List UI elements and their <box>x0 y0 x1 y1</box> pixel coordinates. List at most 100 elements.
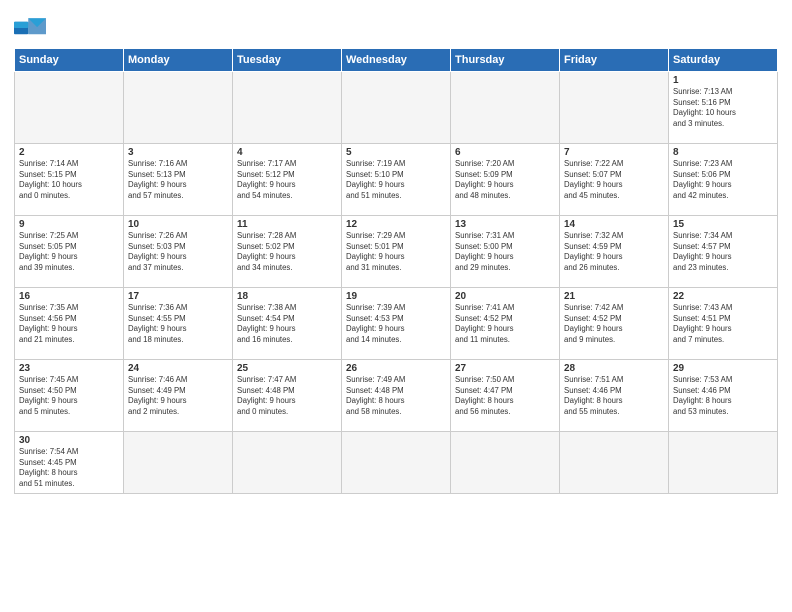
calendar-week-row: 23Sunrise: 7:45 AM Sunset: 4:50 PM Dayli… <box>15 360 778 432</box>
calendar-cell: 23Sunrise: 7:45 AM Sunset: 4:50 PM Dayli… <box>15 360 124 432</box>
day-number: 11 <box>237 219 337 230</box>
day-info: Sunrise: 7:42 AM Sunset: 4:52 PM Dayligh… <box>564 303 664 345</box>
calendar-table: SundayMondayTuesdayWednesdayThursdayFrid… <box>14 48 778 494</box>
day-info: Sunrise: 7:16 AM Sunset: 5:13 PM Dayligh… <box>128 159 228 201</box>
day-number: 4 <box>237 147 337 158</box>
calendar-week-row: 9Sunrise: 7:25 AM Sunset: 5:05 PM Daylig… <box>15 216 778 288</box>
calendar-week-row: 2Sunrise: 7:14 AM Sunset: 5:15 PM Daylig… <box>15 144 778 216</box>
day-info: Sunrise: 7:20 AM Sunset: 5:09 PM Dayligh… <box>455 159 555 201</box>
day-number: 20 <box>455 291 555 302</box>
day-info: Sunrise: 7:13 AM Sunset: 5:16 PM Dayligh… <box>673 87 773 129</box>
calendar-cell: 17Sunrise: 7:36 AM Sunset: 4:55 PM Dayli… <box>124 288 233 360</box>
day-number: 9 <box>19 219 119 230</box>
day-info: Sunrise: 7:17 AM Sunset: 5:12 PM Dayligh… <box>237 159 337 201</box>
calendar-cell <box>342 432 451 494</box>
day-info: Sunrise: 7:51 AM Sunset: 4:46 PM Dayligh… <box>564 375 664 417</box>
day-info: Sunrise: 7:41 AM Sunset: 4:52 PM Dayligh… <box>455 303 555 345</box>
calendar-cell: 5Sunrise: 7:19 AM Sunset: 5:10 PM Daylig… <box>342 144 451 216</box>
calendar-cell: 13Sunrise: 7:31 AM Sunset: 5:00 PM Dayli… <box>451 216 560 288</box>
day-info: Sunrise: 7:46 AM Sunset: 4:49 PM Dayligh… <box>128 375 228 417</box>
day-number: 14 <box>564 219 664 230</box>
day-info: Sunrise: 7:38 AM Sunset: 4:54 PM Dayligh… <box>237 303 337 345</box>
day-info: Sunrise: 7:14 AM Sunset: 5:15 PM Dayligh… <box>19 159 119 201</box>
header <box>14 10 778 42</box>
header-day-saturday: Saturday <box>669 49 778 72</box>
calendar-cell: 6Sunrise: 7:20 AM Sunset: 5:09 PM Daylig… <box>451 144 560 216</box>
day-number: 24 <box>128 363 228 374</box>
day-number: 7 <box>564 147 664 158</box>
generalblue-logo-icon <box>14 14 46 42</box>
calendar-cell: 9Sunrise: 7:25 AM Sunset: 5:05 PM Daylig… <box>15 216 124 288</box>
day-info: Sunrise: 7:31 AM Sunset: 5:00 PM Dayligh… <box>455 231 555 273</box>
day-number: 12 <box>346 219 446 230</box>
day-number: 29 <box>673 363 773 374</box>
calendar-cell: 25Sunrise: 7:47 AM Sunset: 4:48 PM Dayli… <box>233 360 342 432</box>
calendar-cell: 29Sunrise: 7:53 AM Sunset: 4:46 PM Dayli… <box>669 360 778 432</box>
day-number: 10 <box>128 219 228 230</box>
calendar-cell <box>451 432 560 494</box>
day-number: 5 <box>346 147 446 158</box>
header-day-friday: Friday <box>560 49 669 72</box>
day-number: 27 <box>455 363 555 374</box>
calendar-header-row: SundayMondayTuesdayWednesdayThursdayFrid… <box>15 49 778 72</box>
calendar-week-row: 30Sunrise: 7:54 AM Sunset: 4:45 PM Dayli… <box>15 432 778 494</box>
calendar-cell <box>669 432 778 494</box>
calendar-cell: 24Sunrise: 7:46 AM Sunset: 4:49 PM Dayli… <box>124 360 233 432</box>
header-day-thursday: Thursday <box>451 49 560 72</box>
calendar-cell: 14Sunrise: 7:32 AM Sunset: 4:59 PM Dayli… <box>560 216 669 288</box>
day-info: Sunrise: 7:47 AM Sunset: 4:48 PM Dayligh… <box>237 375 337 417</box>
day-number: 30 <box>19 435 119 446</box>
day-number: 22 <box>673 291 773 302</box>
calendar-cell: 10Sunrise: 7:26 AM Sunset: 5:03 PM Dayli… <box>124 216 233 288</box>
calendar-cell <box>233 432 342 494</box>
day-number: 15 <box>673 219 773 230</box>
day-number: 25 <box>237 363 337 374</box>
day-info: Sunrise: 7:28 AM Sunset: 5:02 PM Dayligh… <box>237 231 337 273</box>
day-info: Sunrise: 7:19 AM Sunset: 5:10 PM Dayligh… <box>346 159 446 201</box>
day-number: 16 <box>19 291 119 302</box>
calendar-cell: 28Sunrise: 7:51 AM Sunset: 4:46 PM Dayli… <box>560 360 669 432</box>
header-day-sunday: Sunday <box>15 49 124 72</box>
day-number: 17 <box>128 291 228 302</box>
header-day-wednesday: Wednesday <box>342 49 451 72</box>
calendar-cell <box>560 72 669 144</box>
calendar-week-row: 1Sunrise: 7:13 AM Sunset: 5:16 PM Daylig… <box>15 72 778 144</box>
day-number: 6 <box>455 147 555 158</box>
day-info: Sunrise: 7:22 AM Sunset: 5:07 PM Dayligh… <box>564 159 664 201</box>
day-info: Sunrise: 7:45 AM Sunset: 4:50 PM Dayligh… <box>19 375 119 417</box>
calendar-cell: 22Sunrise: 7:43 AM Sunset: 4:51 PM Dayli… <box>669 288 778 360</box>
calendar-cell <box>233 72 342 144</box>
calendar-cell: 8Sunrise: 7:23 AM Sunset: 5:06 PM Daylig… <box>669 144 778 216</box>
day-info: Sunrise: 7:49 AM Sunset: 4:48 PM Dayligh… <box>346 375 446 417</box>
calendar-cell: 20Sunrise: 7:41 AM Sunset: 4:52 PM Dayli… <box>451 288 560 360</box>
day-number: 23 <box>19 363 119 374</box>
day-info: Sunrise: 7:36 AM Sunset: 4:55 PM Dayligh… <box>128 303 228 345</box>
calendar-cell: 7Sunrise: 7:22 AM Sunset: 5:07 PM Daylig… <box>560 144 669 216</box>
calendar-cell <box>15 72 124 144</box>
logo <box>14 14 50 42</box>
day-number: 19 <box>346 291 446 302</box>
calendar-cell: 4Sunrise: 7:17 AM Sunset: 5:12 PM Daylig… <box>233 144 342 216</box>
day-info: Sunrise: 7:32 AM Sunset: 4:59 PM Dayligh… <box>564 231 664 273</box>
calendar-cell: 16Sunrise: 7:35 AM Sunset: 4:56 PM Dayli… <box>15 288 124 360</box>
header-day-tuesday: Tuesday <box>233 49 342 72</box>
calendar-week-row: 16Sunrise: 7:35 AM Sunset: 4:56 PM Dayli… <box>15 288 778 360</box>
day-info: Sunrise: 7:35 AM Sunset: 4:56 PM Dayligh… <box>19 303 119 345</box>
day-info: Sunrise: 7:39 AM Sunset: 4:53 PM Dayligh… <box>346 303 446 345</box>
calendar-cell: 30Sunrise: 7:54 AM Sunset: 4:45 PM Dayli… <box>15 432 124 494</box>
day-info: Sunrise: 7:26 AM Sunset: 5:03 PM Dayligh… <box>128 231 228 273</box>
day-info: Sunrise: 7:29 AM Sunset: 5:01 PM Dayligh… <box>346 231 446 273</box>
day-info: Sunrise: 7:25 AM Sunset: 5:05 PM Dayligh… <box>19 231 119 273</box>
day-info: Sunrise: 7:50 AM Sunset: 4:47 PM Dayligh… <box>455 375 555 417</box>
calendar-cell <box>124 72 233 144</box>
day-info: Sunrise: 7:54 AM Sunset: 4:45 PM Dayligh… <box>19 447 119 489</box>
day-info: Sunrise: 7:23 AM Sunset: 5:06 PM Dayligh… <box>673 159 773 201</box>
day-number: 26 <box>346 363 446 374</box>
calendar-cell: 1Sunrise: 7:13 AM Sunset: 5:16 PM Daylig… <box>669 72 778 144</box>
day-number: 28 <box>564 363 664 374</box>
calendar-cell: 3Sunrise: 7:16 AM Sunset: 5:13 PM Daylig… <box>124 144 233 216</box>
calendar-cell: 18Sunrise: 7:38 AM Sunset: 4:54 PM Dayli… <box>233 288 342 360</box>
calendar-cell: 19Sunrise: 7:39 AM Sunset: 4:53 PM Dayli… <box>342 288 451 360</box>
day-number: 8 <box>673 147 773 158</box>
day-info: Sunrise: 7:34 AM Sunset: 4:57 PM Dayligh… <box>673 231 773 273</box>
